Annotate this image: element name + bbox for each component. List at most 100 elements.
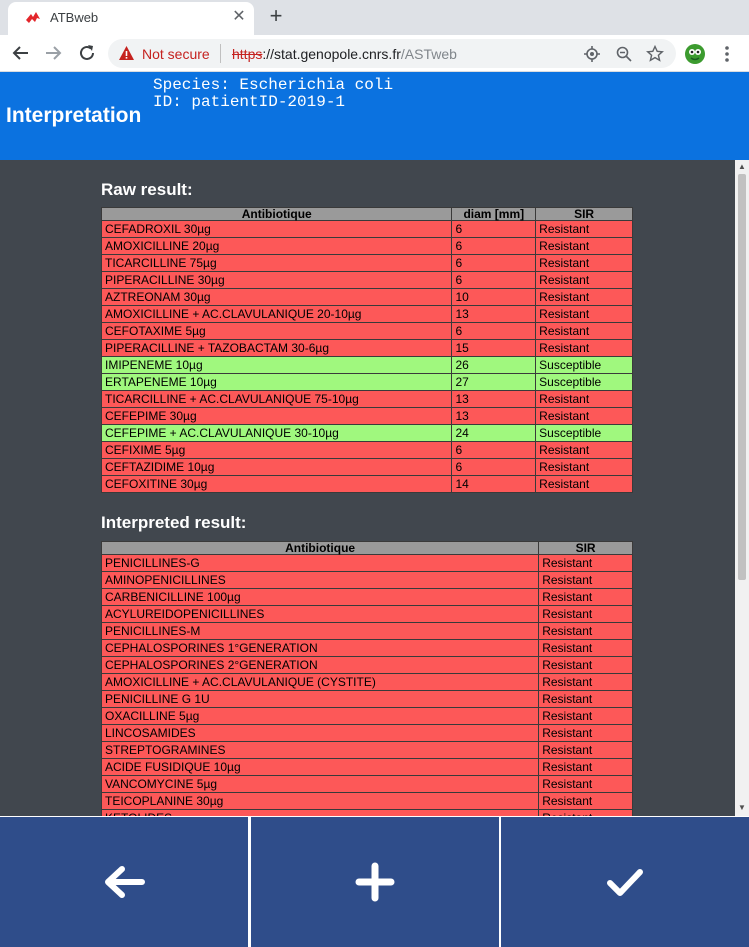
interpreted-table-header: Antibiotique SIR	[100, 541, 633, 555]
cell-name: VANCOMYCINE 5µg	[100, 775, 540, 793]
raw-table-header: Antibiotique diam [mm] SIR	[100, 207, 633, 221]
back-nav-icon[interactable]	[8, 40, 34, 66]
cell-sir: Resistant	[535, 288, 633, 306]
cell-name: AMINOPENICILLINES	[100, 571, 540, 589]
cell-name: CEFTAZIDIME 10µg	[100, 458, 453, 476]
cell-sir: Resistant	[538, 588, 633, 606]
cell-name: PIPERACILLINE + TAZOBACTAM 30-6µg	[100, 339, 453, 357]
cell-sir: Resistant	[535, 339, 633, 357]
table-row: TICARCILLINE 75µg 6 Resistant	[100, 254, 633, 272]
add-button[interactable]	[251, 817, 499, 947]
cell-diam: 6	[451, 271, 537, 289]
reload-icon[interactable]	[74, 40, 100, 66]
cell-diam: 26	[451, 356, 537, 374]
cell-name: AZTREONAM 30µg	[100, 288, 453, 306]
page-title: Interpretation	[6, 104, 142, 127]
cell-diam: 13	[451, 390, 537, 408]
results-scroll-area[interactable]: Raw result: Antibiotique diam [mm] SIR C…	[0, 160, 749, 816]
table-row: CEPHALOSPORINES 2°GENERATION Resistant	[100, 656, 633, 674]
scroll-down-icon[interactable]: ▼	[737, 803, 747, 813]
cell-diam: 6	[451, 322, 537, 340]
bookmark-star-icon[interactable]	[645, 44, 665, 64]
table-row: AMINOPENICILLINES Resistant	[100, 571, 633, 589]
cell-sir: Resistant	[535, 305, 633, 323]
confirm-button[interactable]	[501, 817, 749, 947]
id-line: ID: patientID-2019-1	[153, 93, 346, 111]
action-bar	[0, 816, 749, 947]
cell-sir: Susceptible	[535, 356, 633, 374]
close-tab-icon[interactable]: ✕	[230, 8, 248, 26]
cell-sir: Resistant	[535, 407, 633, 425]
cell-name: PENICILLINES-M	[100, 622, 540, 640]
scrollbar-thumb[interactable]	[738, 174, 746, 580]
cell-sir: Resistant	[535, 254, 633, 272]
table-row: CEPHALOSPORINES 1°GENERATION Resistant	[100, 639, 633, 657]
table-row: CEFEPIME 30µg 13 Resistant	[100, 407, 633, 425]
cell-sir: Resistant	[538, 690, 633, 708]
table-row: CEFEPIME + AC.CLAVULANIQUE 30-10µg 24 Susc…	[100, 424, 633, 442]
url-divider	[220, 44, 221, 63]
cell-name: PENICILLINE G 1U	[100, 690, 540, 708]
new-tab-icon[interactable]: +	[265, 3, 287, 29]
app-header: Interpretation Species: Escherichia coli…	[0, 72, 749, 160]
table-row: IMIPENEME 10µg 26 Susceptible	[100, 356, 633, 374]
cell-sir: Resistant	[538, 758, 633, 776]
extension-icon[interactable]	[684, 43, 706, 65]
security-label[interactable]: Not secure	[142, 46, 210, 62]
cell-sir: Resistant	[535, 271, 633, 289]
cell-name: IMIPENEME 10µg	[100, 356, 453, 374]
cell-sir: Susceptible	[535, 373, 633, 391]
cell-name: AMOXICILLINE 20µg	[100, 237, 453, 255]
interpreted-result-title: Interpreted result:	[101, 513, 247, 532]
url-text[interactable]: https://stat.genopole.cnrs.fr/ASTweb	[232, 46, 457, 62]
vertical-scrollbar[interactable]: ▲ ▼	[735, 160, 749, 816]
cell-name: PENICILLINES-G	[100, 554, 540, 572]
cell-diam: 24	[451, 424, 537, 442]
back-button[interactable]	[0, 817, 248, 947]
cell-name: CEFADROXIL 30µg	[100, 220, 453, 238]
url-path: /ASTweb	[400, 46, 457, 62]
cell-sir: Resistant	[538, 639, 633, 657]
cell-sir: Resistant	[535, 475, 633, 493]
table-row: CEFOTAXIME 5µg 6 Resistant	[100, 322, 633, 340]
cell-diam: 13	[451, 407, 537, 425]
cell-sir: Resistant	[535, 220, 633, 238]
check-icon	[607, 869, 643, 896]
cell-name: LINCOSAMIDES	[100, 724, 540, 742]
table-row: PENICILLINES-G Resistant	[100, 554, 633, 572]
cell-diam: 6	[451, 237, 537, 255]
more-menu-icon[interactable]	[717, 44, 737, 64]
browser-tab[interactable]: ATBweb ✕	[8, 2, 254, 35]
forward-nav-icon[interactable]	[40, 40, 66, 66]
cell-name: CEFOTAXIME 5µg	[100, 322, 453, 340]
zoom-icon[interactable]	[614, 44, 634, 64]
cell-diam: 15	[451, 339, 537, 357]
address-bar[interactable]: Not secure https://stat.genopole.cnrs.fr…	[108, 39, 676, 68]
arrow-left-icon	[105, 866, 145, 898]
table-row: CEFADROXIL 30µg 6 Resistant	[100, 220, 633, 238]
cell-name: CEFEPIME 30µg	[100, 407, 453, 425]
cell-name: CEFEPIME + AC.CLAVULANIQUE 30-10µg	[100, 424, 453, 442]
table-row: VANCOMYCINE 5µg Resistant	[100, 775, 633, 793]
col-antibiotique: Antibiotique	[100, 541, 540, 555]
cell-sir: Resistant	[538, 724, 633, 742]
cell-name: CEFOXITINE 30µg	[100, 475, 453, 493]
col-sir: SIR	[538, 541, 633, 555]
cell-name: CEPHALOSPORINES 2°GENERATION	[100, 656, 540, 674]
browser-tabstrip: ATBweb ✕ +	[0, 0, 749, 35]
cell-sir: Resistant	[538, 554, 633, 572]
cell-name: CARBENICILLINE 100µg	[100, 588, 540, 606]
col-diam: diam [mm]	[451, 207, 537, 221]
cell-diam: 14	[451, 475, 537, 493]
cell-sir: Resistant	[535, 441, 633, 459]
plus-icon	[355, 862, 395, 902]
scroll-up-icon[interactable]: ▲	[737, 162, 747, 172]
cell-name: TICARCILLINE 75µg	[100, 254, 453, 272]
table-row: OXACILLINE 5µg Resistant	[100, 707, 633, 725]
table-row: AMOXICILLINE + AC.CLAVULANIQUE 20-10µg 13…	[100, 305, 633, 323]
location-icon[interactable]	[582, 44, 602, 64]
table-row: AMOXICILLINE 20µg 6 Resistant	[100, 237, 633, 255]
cell-sir: Resistant	[538, 792, 633, 810]
cell-name: ACYLUREIDOPENICILLINES	[100, 605, 540, 623]
cell-sir: Resistant	[535, 458, 633, 476]
